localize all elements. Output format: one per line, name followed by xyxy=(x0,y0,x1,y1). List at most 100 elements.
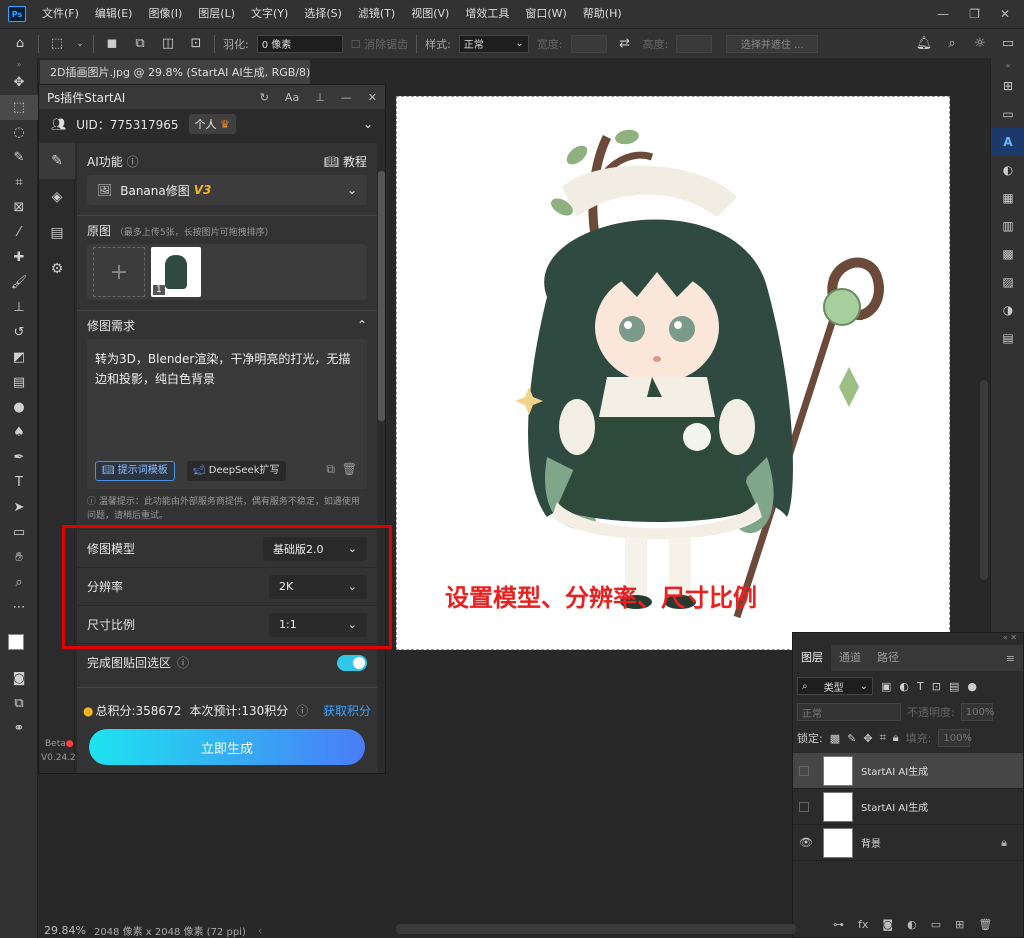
home-icon[interactable]: ⌂ xyxy=(10,36,30,51)
foreground-color[interactable] xyxy=(8,634,24,650)
link-layers-icon[interactable]: ⊶ xyxy=(833,918,844,931)
tab-paths[interactable]: 路径 xyxy=(869,645,907,671)
history-panel-icon[interactable]: ⊞ xyxy=(991,72,1024,100)
document-tab[interactable]: 2D插画图片.jpg @ 29.8% (StartAI AI生成, RGB/8)… xyxy=(40,60,337,84)
opacity-input[interactable]: 100% xyxy=(960,703,994,721)
info-icon[interactable]: ⓘ xyxy=(296,702,308,719)
delete-layer-icon[interactable]: 🗑︎ xyxy=(978,918,992,931)
ai-function-select[interactable]: 🖼︎ Banana修图 V3 ⌄ xyxy=(87,175,367,205)
blur-tool-icon[interactable]: ● xyxy=(0,395,38,420)
color-swatches[interactable] xyxy=(0,620,37,666)
generate-button[interactable]: 立即生成 xyxy=(89,729,365,765)
eye-icon[interactable]: 👁︎ xyxy=(799,836,813,849)
lasso-tool-icon[interactable]: ◌ xyxy=(0,120,38,145)
new-selection-icon[interactable]: ◼ xyxy=(102,36,122,51)
visibility-toggle[interactable] xyxy=(799,765,809,776)
adjustment-layer-icon[interactable]: ◐ xyxy=(907,918,917,931)
quick-mask-icon[interactable]: ◙ xyxy=(0,666,38,691)
antialias-checkbox[interactable]: ☐ 消除锯齿 xyxy=(351,36,408,52)
path-select-tool-icon[interactable]: ➤ xyxy=(0,495,38,520)
subtract-selection-icon[interactable]: ◫ xyxy=(158,36,178,51)
window-restore-icon[interactable]: ❐ xyxy=(969,7,980,21)
filter-toggle-icon[interactable]: ● xyxy=(967,680,977,693)
info-icon[interactable]: ⓘ xyxy=(127,155,139,169)
marquee-tool-preset-icon[interactable]: ⬚ xyxy=(47,36,67,51)
screen-mode-icon[interactable]: ⧉ xyxy=(0,691,38,716)
brush-tool-icon[interactable]: 🖌︎ xyxy=(0,270,38,295)
window-close-icon[interactable]: ✕ xyxy=(1000,7,1010,21)
get-points-link[interactable]: 获取积分 xyxy=(323,702,371,719)
prompt-template-button[interactable]: 📖︎ 提示词模板 xyxy=(95,461,175,481)
trash-icon[interactable]: 🗑︎ xyxy=(342,459,357,479)
layer-row[interactable]: 👁︎ 背景 🔒︎ xyxy=(793,825,1023,861)
fill-input[interactable]: 100% xyxy=(938,729,972,747)
layers-icon[interactable]: ◈ xyxy=(39,179,75,215)
gradient-tool-icon[interactable]: ▤ xyxy=(0,370,38,395)
blend-mode-select[interactable]: 正常 xyxy=(797,703,901,721)
collapse-icon[interactable]: « ✕ xyxy=(1003,633,1017,642)
collapse-icon[interactable]: » xyxy=(0,58,38,70)
menu-plugins[interactable]: 增效工具 xyxy=(457,0,517,28)
search-icon[interactable]: ⌕ xyxy=(942,36,962,51)
frame-tool-icon[interactable]: ⊠ xyxy=(0,195,38,220)
feather-input[interactable]: 0 像素 xyxy=(256,34,343,53)
gear-icon[interactable]: ⚙ xyxy=(39,251,75,287)
lock-pixels-icon[interactable]: ✎ xyxy=(847,732,856,745)
eraser-tool-icon[interactable]: ◩ xyxy=(0,345,38,370)
select-and-mask-button[interactable]: 选择并遮住 ... xyxy=(726,34,819,53)
comments-icon[interactable]: ▭ xyxy=(991,100,1024,128)
paste-back-toggle[interactable] xyxy=(337,654,367,671)
crop-tool-icon[interactable]: ⌗ xyxy=(0,170,38,195)
height-input[interactable] xyxy=(676,34,713,53)
libraries-icon[interactable]: ▨ xyxy=(991,268,1024,296)
chevron-up-icon[interactable]: ⌃ xyxy=(357,318,367,332)
color-panel-icon[interactable]: ◐ xyxy=(991,156,1024,184)
menu-file[interactable]: 文件(F) xyxy=(34,0,87,28)
menu-type[interactable]: 文字(Y) xyxy=(243,0,296,28)
lock-all-icon[interactable]: 🔒︎ xyxy=(893,731,899,745)
pen-tool-icon[interactable]: ✒ xyxy=(0,445,38,470)
move-tool-icon[interactable]: ✥ xyxy=(0,70,38,95)
account-row[interactable]: 👥︎ UID：775317965 个人 ♛ ⌄ xyxy=(39,109,385,139)
add-selection-icon[interactable]: ⧉ xyxy=(130,36,150,51)
chevron-down-icon[interactable]: ⌄ xyxy=(75,39,85,49)
menu-edit[interactable]: 编辑(E) xyxy=(87,0,141,28)
new-group-icon[interactable]: ▭ xyxy=(931,918,941,931)
filter-type-icon[interactable]: T xyxy=(917,680,924,693)
text-tool-icon[interactable]: T xyxy=(0,470,38,495)
layer-row[interactable]: StartAI AI生成 xyxy=(793,753,1023,789)
pin-icon[interactable]: ⊥ xyxy=(315,91,325,104)
stamp-tool-icon[interactable]: ⊥ xyxy=(0,295,38,320)
visibility-toggle[interactable] xyxy=(799,801,809,812)
filter-adjustment-icon[interactable]: ◐ xyxy=(899,680,909,693)
add-image-button[interactable]: + xyxy=(93,247,145,297)
menu-view[interactable]: 视图(V) xyxy=(403,0,457,28)
chevron-down-icon[interactable]: ⌄ xyxy=(363,117,373,131)
menu-layer[interactable]: 图层(L) xyxy=(190,0,243,28)
history-brush-icon[interactable]: ↺ xyxy=(0,320,38,345)
gradient-panel-icon[interactable]: ▥ xyxy=(991,212,1024,240)
panel-menu-icon[interactable]: ≡ xyxy=(1006,652,1015,665)
rectangle-tool-icon[interactable]: ▭ xyxy=(0,520,38,545)
plugin-scrollbar[interactable] xyxy=(378,171,385,421)
collapse-icon[interactable]: « xyxy=(991,58,1024,72)
style-select[interactable]: 正常 ⌄ xyxy=(458,34,529,53)
deepseek-expand-button[interactable]: 🐋︎ DeepSeek扩写 xyxy=(187,461,286,481)
menu-window[interactable]: 窗口(W) xyxy=(517,0,574,28)
tab-channels[interactable]: 通道 xyxy=(831,645,869,671)
intersect-selection-icon[interactable]: ⊡ xyxy=(186,36,206,51)
filter-pixel-icon[interactable]: ▣ xyxy=(881,680,891,693)
chevron-left-icon[interactable]: ‹ xyxy=(258,924,262,937)
lock-transparent-icon[interactable]: ▩ xyxy=(830,732,840,745)
layer-row[interactable]: StartAI AI生成 xyxy=(793,789,1023,825)
menu-image[interactable]: 图像(I) xyxy=(140,0,190,28)
width-input[interactable] xyxy=(570,34,607,53)
lightbulb-icon[interactable]: ☼ xyxy=(970,36,990,51)
workspace-icon[interactable]: ▭ xyxy=(998,36,1018,51)
startai-plugin-icon[interactable]: A xyxy=(991,128,1024,156)
refresh-icon[interactable]: ↻ xyxy=(260,91,269,104)
quick-select-tool-icon[interactable]: ✎ xyxy=(0,145,38,170)
lock-artboard-icon[interactable]: ⌗ xyxy=(880,731,886,745)
adjustments-icon[interactable]: ◑ xyxy=(991,296,1024,324)
hand-tool-icon[interactable]: ✋︎ xyxy=(0,545,38,570)
